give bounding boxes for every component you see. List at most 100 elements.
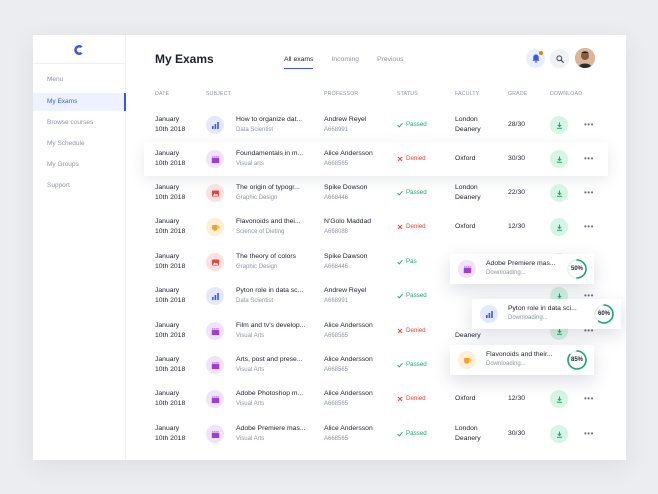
download-progress-card[interactable]: Flavonoids and their... Downloading... 85% [450, 345, 594, 375]
more-options-icon[interactable]: ••• [584, 155, 594, 163]
download-status: Downloading... [486, 361, 526, 367]
download-progress-card[interactable]: Adobe Premiere mas... Downloading... 50% [450, 254, 594, 284]
table-row[interactable]: January 10th 2018 How to organize dat... Da… [126, 108, 626, 142]
faculty: Oxford [455, 154, 475, 164]
download-file-icon-badge [458, 351, 476, 369]
tab-previous[interactable]: Previous [377, 56, 403, 69]
image-icon [211, 190, 219, 196]
status-label: Passed [406, 121, 427, 128]
professor-id: A668088 [324, 229, 349, 235]
professor: Andrew Reyel A668991 [324, 286, 366, 306]
table-row[interactable]: January 10th 2018 Adobe Premiere mas... Vis… [126, 417, 626, 451]
professor-name: Spike Dowson [324, 184, 368, 191]
download-button[interactable] [550, 150, 568, 168]
download-button[interactable] [550, 390, 568, 408]
date-month: January [155, 425, 180, 432]
clapperboard-icon [211, 155, 219, 163]
subject: The theory of colors Graphic Design [236, 252, 314, 272]
more-options-icon[interactable]: ••• [584, 189, 594, 197]
subject-name: Arts, post and prese... [236, 356, 303, 363]
progress-percent: 85% [570, 357, 583, 363]
tab-incoming[interactable]: Incoming [331, 56, 359, 69]
faculty-line-2: Deanery [455, 435, 481, 442]
table-row[interactable]: January 10th 2018 Adobe Photoshop m... Visu… [126, 382, 626, 416]
sidebar-item-my-groups[interactable]: My Groups [33, 156, 126, 174]
professor-id: A668446 [324, 264, 349, 270]
sidebar-item-browse-courses[interactable]: Browse courses [33, 114, 126, 132]
clapperboard-icon [211, 327, 219, 335]
column-header-faculty: Faculty [455, 91, 480, 97]
sidebar-item-my-exams[interactable]: My Exams [33, 93, 126, 111]
cross-icon [397, 328, 403, 334]
professor-name: Alice Andersson [324, 390, 373, 397]
grade: 12/30 [508, 223, 526, 230]
app-logo-icon[interactable] [73, 44, 85, 56]
column-header-grade: Grade [508, 91, 528, 97]
column-header-date: Date [155, 91, 170, 97]
download-button[interactable] [550, 425, 568, 443]
faculty-line-1: Deanery [455, 332, 481, 339]
subject-icon-badge [206, 253, 224, 271]
subject-name: Adobe Photoshop m... [236, 390, 304, 397]
faculty: Deanery [455, 331, 481, 341]
more-options-icon[interactable]: ••• [584, 121, 594, 129]
date-month: January [155, 218, 180, 225]
status-label: Denied [406, 327, 426, 334]
professor: Alice Andersson A668565 [324, 389, 373, 409]
subject-name: Film and tv's develop... [236, 322, 306, 329]
subject-name: Flavonoids and thei... [236, 218, 301, 225]
professor-name: Alice Andersson [324, 150, 373, 157]
download-status: Downloading... [508, 315, 548, 321]
cup-icon [211, 224, 219, 231]
date-day: 10th 2018 [155, 332, 186, 339]
subject-icon-badge [206, 425, 224, 443]
grade: 22/30 [508, 189, 526, 196]
search-button[interactable] [550, 49, 569, 68]
notifications-button[interactable] [526, 49, 545, 68]
column-header-download: Download [550, 91, 583, 97]
status-badge: Passed [397, 429, 427, 439]
faculty-line-1: Oxford [455, 155, 476, 162]
table-row[interactable]: January 10th 2018 The origin of typogr... G… [126, 176, 626, 210]
faculty-line-2: Deanery [455, 126, 481, 133]
professor-name: Spike Dawson [324, 253, 368, 260]
table-row[interactable]: January 10th 2018 Foundamentals in m... Vis… [144, 142, 608, 176]
professor: Spike Dowson A668446 [324, 183, 367, 203]
date-day: 10th 2018 [155, 126, 186, 133]
download-icon [556, 431, 562, 438]
cross-icon [397, 156, 403, 162]
download-status: Downloading... [486, 270, 526, 276]
exam-date: January 10th 2018 [155, 183, 185, 203]
exam-date: January 10th 2018 [155, 217, 185, 237]
sidebar-item-my-schedule[interactable]: My Schedule [33, 135, 126, 153]
subject: Foundamentals in m... Visual arts [236, 149, 314, 169]
app-window: Menu My Exams Browse courses My Schedule… [33, 35, 626, 460]
subject: Arts, post and prese... Visual Arts [236, 355, 314, 375]
status-label: Denied [406, 155, 426, 162]
status-badge: Passed [397, 120, 427, 130]
table-row[interactable]: January 10th 2018 Flavonoids and thei... Sc… [126, 210, 626, 244]
download-progress-card[interactable]: Pyton role in data sci... Downloading... 6… [472, 299, 621, 329]
exam-tabs: All exams Incoming Previous [284, 56, 422, 69]
status-label: Passed [406, 189, 427, 196]
clapperboard-icon [211, 395, 219, 403]
subject-category: Science of Dieting [236, 229, 285, 235]
more-options-icon[interactable]: ••• [584, 395, 594, 403]
status-badge: Denied [397, 222, 426, 232]
more-options-icon[interactable]: ••• [584, 223, 594, 231]
bell-icon [531, 54, 540, 63]
date-month: January [155, 184, 180, 191]
professor-name: Alice Andersson [324, 322, 373, 329]
download-button[interactable] [550, 184, 568, 202]
download-button[interactable] [550, 218, 568, 236]
professor-name: Alice Andersson [324, 356, 373, 363]
more-options-icon[interactable]: ••• [584, 430, 594, 438]
exam-date: January 10th 2018 [155, 286, 185, 306]
status-label: Denied [406, 395, 426, 402]
exam-date: January 10th 2018 [155, 355, 185, 375]
user-avatar[interactable] [575, 48, 595, 68]
download-button[interactable] [550, 116, 568, 134]
tab-all-exams[interactable]: All exams [284, 56, 314, 69]
sidebar-item-support[interactable]: Support [33, 177, 126, 195]
status-badge: Passed [397, 360, 427, 370]
